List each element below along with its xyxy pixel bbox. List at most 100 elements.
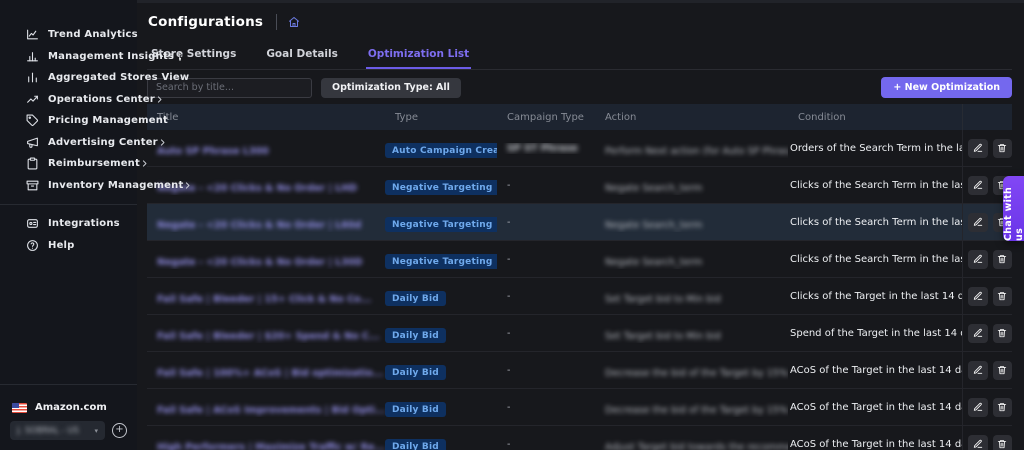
- edit-button[interactable]: [968, 323, 988, 343]
- column-header-type: Type: [395, 111, 418, 123]
- edit-button[interactable]: [968, 397, 988, 417]
- row-actions-cell: [962, 130, 1012, 166]
- new-optimization-button[interactable]: + New Optimization: [881, 77, 1012, 98]
- row-action-cell: Set Target bid to Min bid: [595, 324, 788, 343]
- row-condition-cell: Clicks of the Search Term in the last 30…: [788, 254, 962, 265]
- campaign-type-value: -: [507, 216, 511, 228]
- row-title-cell: Auto SP Phrase L300: [147, 139, 385, 158]
- row-actions-cell: [962, 426, 1012, 450]
- chevron-down-icon: ▾: [94, 426, 98, 435]
- row-title-cell: Fail Safe | Bleeder | 15+ Click & No Co.…: [147, 287, 385, 306]
- sidebar-item-integrations[interactable]: Integrations: [0, 213, 137, 235]
- type-badge: Negative Targeting: [385, 180, 497, 196]
- delete-button[interactable]: [992, 434, 1012, 450]
- sidebar-footer: Amazon.com J. SOBRAL - US ▾ +: [0, 376, 137, 450]
- row-title-cell: Fail Safe | Bleeder | $20+ Spend & No C.…: [147, 324, 385, 343]
- chevron-right-icon: [183, 181, 192, 190]
- row-title-cell: Fail Safe | 100%+ ACoS | Bid optimizatio…: [147, 361, 385, 380]
- type-badge: Negative Targeting: [385, 254, 497, 270]
- sidebar-item-label: Inventory Management: [48, 179, 184, 191]
- row-campaign-type-cell: -: [497, 402, 595, 413]
- account-row: J. SOBRAL - US ▾ +: [0, 421, 137, 440]
- us-flag-icon: [12, 402, 27, 413]
- condition-value: Clicks of the Search Term in the last 30…: [790, 253, 962, 265]
- row-title-cell: Fail Safe | ACoS Improvements | Bid Opti…: [147, 398, 385, 417]
- optimization-title-link[interactable]: Fail Safe | 100%+ ACoS | Bid optimizatio…: [157, 368, 383, 379]
- optimization-title-link[interactable]: Auto SP Phrase L300: [157, 146, 269, 157]
- sidebar-item-reimbursement[interactable]: Reimbursement: [0, 153, 147, 175]
- table-row: Negate - <20 Clicks & No Order | L60d Neg…: [147, 204, 1012, 241]
- aggregated-stores-icon: [25, 71, 39, 85]
- delete-button[interactable]: [992, 249, 1012, 269]
- edit-button[interactable]: [968, 212, 988, 232]
- action-value: Perform Next action (for Auto SP Phras..…: [605, 145, 788, 157]
- row-campaign-type-cell: SP ST Phrase: [497, 143, 595, 154]
- edit-button[interactable]: [968, 175, 988, 195]
- delete-button[interactable]: [992, 286, 1012, 306]
- row-campaign-type-cell: -: [497, 365, 595, 376]
- action-value: Negate Search_term: [605, 219, 703, 231]
- row-campaign-type-cell: -: [497, 180, 595, 191]
- row-condition-cell: ACoS of the Target in the last 14 days i…: [788, 439, 962, 450]
- optimization-title-link[interactable]: Fail Safe | Bleeder | 15+ Click & No Co.…: [157, 294, 371, 305]
- edit-button[interactable]: [968, 249, 988, 269]
- campaign-type-value: -: [507, 401, 511, 413]
- optimization-title-link[interactable]: Negate - <20 Clicks & No Order | L30D: [157, 257, 362, 268]
- row-action-cell: Decrease the bid of the Target by 15% (i…: [595, 398, 788, 417]
- sidebar-item-operations-center[interactable]: Operations Center: [0, 89, 162, 111]
- pricing-tag-icon: [25, 114, 39, 128]
- type-badge: Daily Bid: [385, 365, 446, 381]
- tab-optimization-list[interactable]: Optimization List: [365, 44, 472, 69]
- sidebar-item-management-insights[interactable]: Management Insights i: [0, 46, 182, 68]
- add-account-button[interactable]: +: [112, 423, 127, 438]
- table-row: Auto SP Phrase L300 Auto Campaign Creatio…: [147, 130, 1012, 167]
- action-value: Adjust Target bid towards the recommende…: [605, 441, 788, 450]
- edit-button[interactable]: [968, 286, 988, 306]
- sidebar-item-inventory-management[interactable]: Inventory Management: [0, 175, 190, 197]
- row-condition-cell: Clicks of the Target in the last 14 days…: [788, 291, 962, 302]
- marketplace-row: Amazon.com: [0, 393, 137, 421]
- delete-button[interactable]: [992, 323, 1012, 343]
- sidebar-item-trend-analytics[interactable]: Trend Analytics: [0, 24, 138, 46]
- optimization-title-link[interactable]: High Performers | Maximize Traffic w/ Re…: [157, 442, 385, 450]
- edit-button[interactable]: [968, 138, 988, 158]
- action-value: Negate Search_term: [605, 256, 703, 268]
- inventory-box-icon: [25, 178, 39, 192]
- row-campaign-type-cell: -: [497, 254, 595, 265]
- column-header-action: Action: [605, 111, 637, 123]
- condition-value: Clicks of the Search Term in the last 14…: [790, 179, 962, 191]
- row-action-cell: Perform Next action (for Auto SP Phras..…: [595, 139, 788, 158]
- optimization-title-link[interactable]: Negate - <20 Clicks & No Order | L60d: [157, 220, 361, 231]
- sidebar-item-aggregated-stores-view[interactable]: Aggregated Stores View: [0, 67, 189, 89]
- optimization-title-link[interactable]: Fail Safe | ACoS Improvements | Bid Opti…: [157, 405, 385, 416]
- edit-button[interactable]: [968, 434, 988, 450]
- condition-value: Orders of the Search Term in the last 30…: [790, 142, 962, 154]
- row-title-cell: High Performers | Maximize Traffic w/ Re…: [147, 435, 385, 450]
- delete-button[interactable]: [992, 138, 1012, 158]
- sidebar-item-pricing-management[interactable]: Pricing Management: [0, 110, 168, 132]
- optimization-table: Title Type Campaign Type Action Conditio…: [147, 104, 1012, 450]
- account-select[interactable]: J. SOBRAL - US ▾: [10, 421, 105, 440]
- edit-button[interactable]: [968, 360, 988, 380]
- account-name: J. SOBRAL - US: [17, 425, 80, 436]
- chevron-right-icon: [155, 95, 164, 104]
- sidebar-item-help[interactable]: Help: [0, 235, 137, 257]
- sidebar-item-label: Pricing Management: [48, 115, 169, 127]
- home-icon[interactable]: [288, 16, 300, 28]
- row-title-cell: Negate - <20 Clicks & No Order | L60d: [147, 213, 385, 232]
- title-divider: [276, 14, 278, 30]
- row-actions-cell: [962, 278, 1012, 314]
- chat-with-us-tab[interactable]: Chat with us: [1003, 176, 1024, 241]
- type-badge: Daily Bid: [385, 291, 446, 307]
- delete-button[interactable]: [992, 360, 1012, 380]
- sidebar-item-label: Help: [48, 239, 75, 251]
- tab-goal-details[interactable]: Goal Details: [264, 44, 340, 69]
- optimization-title-link[interactable]: Fail Safe | Bleeder | $20+ Spend & No C.…: [157, 331, 380, 342]
- optimization-type-filter[interactable]: Optimization Type: All: [321, 77, 461, 98]
- chevron-right-icon: [158, 138, 167, 147]
- action-value: Negate Search_term: [605, 182, 703, 194]
- delete-button[interactable]: [992, 397, 1012, 417]
- row-type-cell: Daily Bid: [385, 360, 497, 381]
- sidebar-item-advertising-center[interactable]: Advertising Center: [0, 132, 165, 154]
- action-value: Decrease the bid of the Target by 15% (i…: [605, 404, 788, 416]
